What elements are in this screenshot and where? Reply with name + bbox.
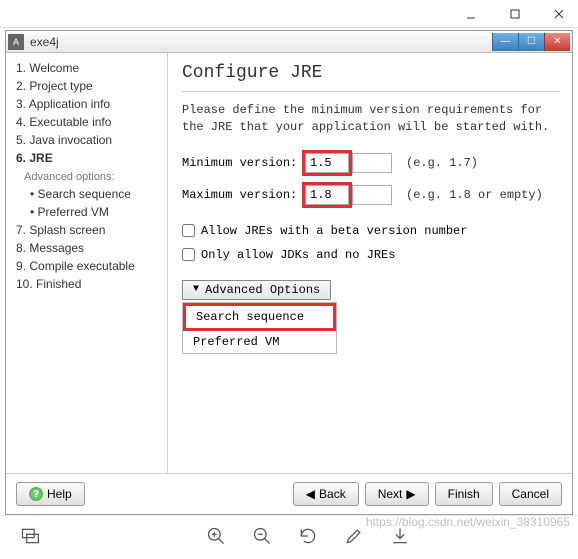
maximize-button[interactable]: ☐ [518, 33, 544, 51]
page-description: Please define the minimum version requir… [182, 102, 560, 136]
zoom-in-icon[interactable] [206, 526, 226, 549]
close-button[interactable]: ✕ [544, 33, 570, 51]
max-version-label: Maximum version: [182, 188, 302, 202]
help-icon: ? [29, 487, 43, 501]
allow-beta-label: Allow JREs with a beta version number [201, 224, 467, 238]
advanced-options-header: Advanced options: [16, 167, 163, 185]
max-version-input[interactable] [305, 185, 349, 205]
only-jdk-label: Only allow JDKs and no JREs [201, 248, 395, 262]
max-version-extra-input[interactable] [352, 185, 392, 205]
cancel-button[interactable]: Cancel [499, 482, 562, 506]
finish-button[interactable]: Finish [435, 482, 493, 506]
app-title: exe4j [30, 35, 492, 49]
min-version-input[interactable] [305, 153, 349, 173]
step-splash-screen[interactable]: 7. Splash screen [16, 221, 163, 239]
main-panel: Configure JRE Please define the minimum … [168, 53, 572, 473]
title-divider [182, 91, 560, 92]
download-icon[interactable] [390, 526, 410, 549]
zoom-out-icon[interactable] [252, 526, 272, 549]
allow-beta-checkbox[interactable] [182, 224, 195, 237]
app-titlebar: A exe4j — ☐ ✕ [6, 31, 572, 53]
step-welcome[interactable]: 1. Welcome [16, 59, 163, 77]
app-icon: A [8, 34, 24, 50]
advanced-options-label: Advanced Options [205, 283, 320, 297]
step-finished[interactable]: 10. Finished [16, 275, 163, 293]
next-button[interactable]: Next ▶ [365, 482, 429, 506]
min-version-hint: (e.g. 1.7) [406, 156, 478, 170]
help-button[interactable]: ? Help [16, 482, 85, 506]
step-jre[interactable]: 6. JRE [16, 149, 163, 167]
step-java-invocation[interactable]: 5. Java invocation [16, 131, 163, 149]
minimize-button[interactable]: — [492, 33, 518, 51]
arrow-right-icon: ▶ [406, 487, 415, 501]
page-title: Configure JRE [182, 63, 560, 83]
version-highlight-max [302, 182, 352, 208]
step-application-info[interactable]: 3. Application info [16, 95, 163, 113]
adv-item-search-sequence[interactable]: Search sequence [183, 303, 336, 331]
min-version-extra-input[interactable] [352, 153, 392, 173]
advanced-options-list: Search sequence Preferred VM [182, 302, 337, 354]
step-executable-info[interactable]: 4. Executable info [16, 113, 163, 131]
rotate-icon[interactable] [298, 526, 318, 549]
watermark: https://blog.csdn.net/weixin_38310965 [366, 515, 570, 529]
outer-maximize-button[interactable] [500, 4, 530, 24]
app-window: A exe4j — ☐ ✕ 1. Welcome 2. Project type… [5, 30, 573, 515]
only-jdk-checkbox[interactable] [182, 248, 195, 261]
substep-search-sequence[interactable]: Search sequence [16, 185, 163, 203]
adv-item-preferred-vm[interactable]: Preferred VM [183, 331, 336, 353]
outer-window-titlebar [0, 0, 578, 28]
advanced-options-toggle[interactable]: ▼ Advanced Options [182, 280, 331, 300]
step-project-type[interactable]: 2. Project type [16, 77, 163, 95]
back-button[interactable]: ◀ Back [293, 482, 359, 506]
screens-icon[interactable] [20, 526, 40, 549]
arrow-left-icon: ◀ [306, 487, 315, 501]
wizard-footer: ? Help ◀ Back Next ▶ Finish Cancel [6, 473, 572, 514]
step-messages[interactable]: 8. Messages [16, 239, 163, 257]
substep-preferred-vm[interactable]: Preferred VM [16, 203, 163, 221]
version-highlight [302, 150, 352, 176]
outer-minimize-button[interactable] [456, 4, 486, 24]
wizard-sidebar: 1. Welcome 2. Project type 3. Applicatio… [6, 53, 168, 473]
max-version-hint: (e.g. 1.8 or empty) [406, 188, 543, 202]
outer-close-button[interactable] [544, 4, 574, 24]
chevron-down-icon: ▼ [193, 284, 199, 295]
step-compile-executable[interactable]: 9. Compile executable [16, 257, 163, 275]
edit-icon[interactable] [344, 526, 364, 549]
min-version-label: Minimum version: [182, 156, 302, 170]
